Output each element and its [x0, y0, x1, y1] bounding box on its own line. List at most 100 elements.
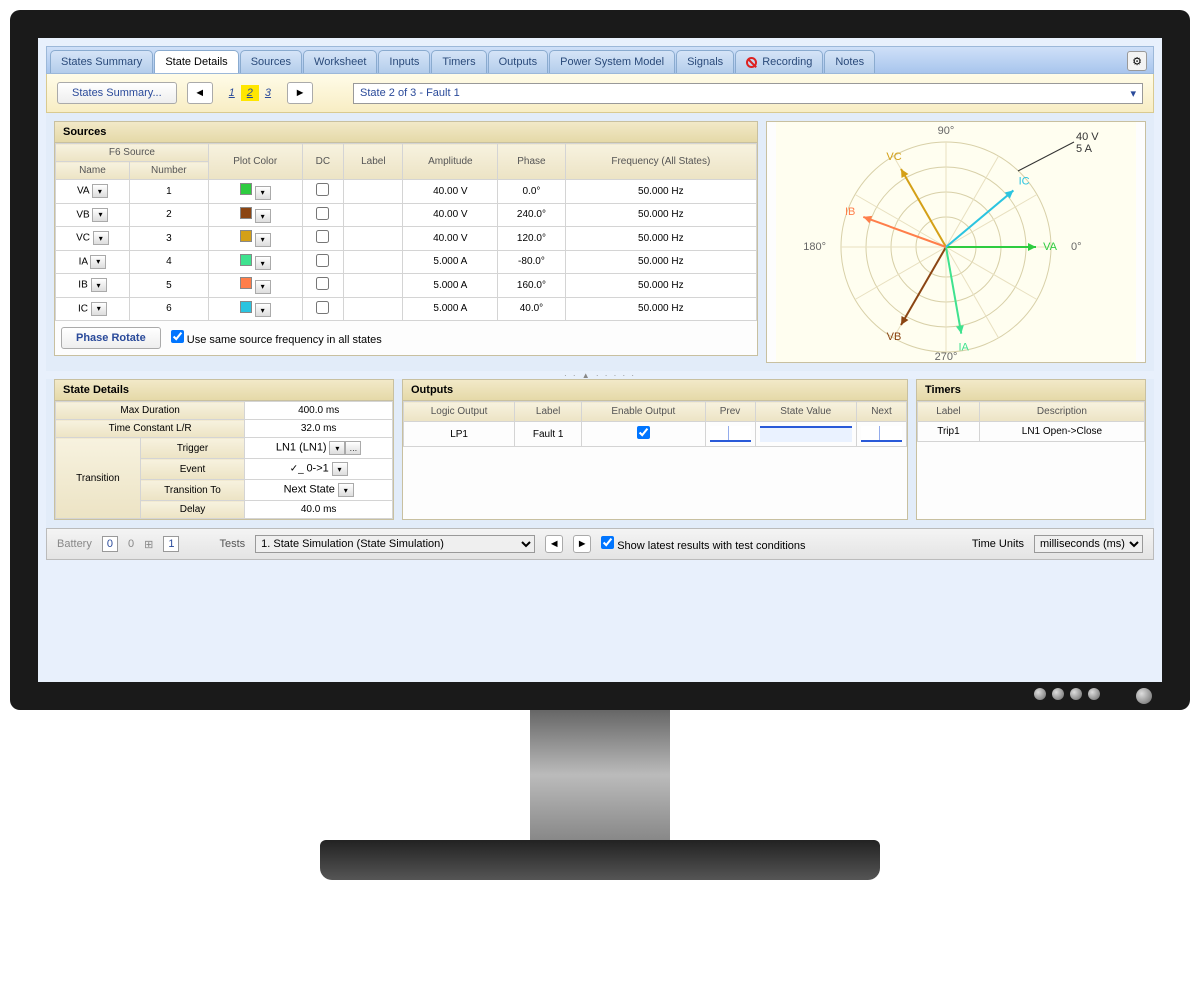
time-units-select[interactable]: milliseconds (ms)	[1034, 535, 1143, 553]
test-next-button[interactable]: ►	[573, 535, 591, 553]
frequency-cell[interactable]: 50.000 Hz	[565, 180, 756, 204]
prev-page-button[interactable]: ◄	[187, 82, 213, 104]
phase-cell[interactable]: 0.0°	[498, 180, 565, 204]
sources-header: Sources	[55, 122, 757, 143]
source-name[interactable]: IC ▾	[56, 297, 130, 321]
chevron-down-icon[interactable]: ▾	[92, 208, 108, 222]
gear-icon: ⚙	[1132, 55, 1142, 68]
svg-text:270°: 270°	[935, 351, 958, 362]
chevron-down-icon[interactable]: ▾	[90, 255, 106, 269]
svg-text:40 V: 40 V	[1076, 131, 1099, 143]
tests-select[interactable]: 1. State Simulation (State Simulation)	[255, 535, 535, 553]
plot-color-select[interactable]: ▾	[208, 203, 302, 227]
prohibit-icon	[746, 57, 757, 68]
tab-inputs[interactable]: Inputs	[378, 50, 430, 73]
state-wave	[760, 426, 852, 442]
dc-checkbox[interactable]	[302, 297, 344, 321]
frequency-cell[interactable]: 50.000 Hz	[565, 203, 756, 227]
amplitude-cell[interactable]: 5.000 A	[403, 297, 498, 321]
dc-checkbox[interactable]	[302, 250, 344, 274]
amplitude-cell[interactable]: 40.00 V	[403, 180, 498, 204]
show-results-checkbox[interactable]: Show latest results with test conditions	[601, 536, 805, 552]
settings-button[interactable]: ⚙	[1127, 51, 1147, 71]
grid-icon[interactable]: ⊞	[144, 538, 153, 551]
page-1[interactable]: 1	[223, 85, 241, 101]
svg-text:VC: VC	[886, 151, 901, 163]
label-cell[interactable]	[344, 180, 403, 204]
label-cell[interactable]	[344, 227, 403, 251]
tab-worksheet[interactable]: Worksheet	[303, 50, 377, 73]
frequency-cell[interactable]: 50.000 Hz	[565, 274, 756, 298]
source-name[interactable]: IA ▾	[56, 250, 130, 274]
battery-field[interactable]: 0	[102, 536, 118, 552]
source-row: IB ▾5 ▾5.000 A160.0°50.000 Hz	[56, 274, 757, 298]
label-cell[interactable]	[344, 250, 403, 274]
dc-checkbox[interactable]	[302, 203, 344, 227]
tab-notes[interactable]: Notes	[824, 50, 875, 73]
delay-value[interactable]: 40.0 ms	[245, 501, 393, 519]
amplitude-cell[interactable]: 40.00 V	[403, 203, 498, 227]
tab-recording[interactable]: Recording	[735, 50, 823, 73]
frequency-cell[interactable]: 50.000 Hz	[565, 227, 756, 251]
tab-outputs[interactable]: Outputs	[488, 50, 549, 73]
source-name[interactable]: VC ▾	[56, 227, 130, 251]
phase-cell[interactable]: 240.0°	[498, 203, 565, 227]
label-cell[interactable]	[344, 203, 403, 227]
label-cell[interactable]	[344, 274, 403, 298]
svg-text:IC: IC	[1019, 175, 1030, 187]
svg-text:IB: IB	[845, 206, 855, 218]
tab-states-summary[interactable]: States Summary	[50, 50, 153, 73]
enable-output-checkbox[interactable]	[582, 422, 705, 447]
event-select[interactable]: ✓_ 0->1 ▾	[245, 459, 393, 480]
amplitude-cell[interactable]: 5.000 A	[403, 250, 498, 274]
page-2[interactable]: 2	[241, 85, 259, 101]
source-name[interactable]: IB ▾	[56, 274, 130, 298]
test-prev-button[interactable]: ◄	[545, 535, 563, 553]
tab-state-details[interactable]: State Details	[154, 50, 238, 73]
dc-checkbox[interactable]	[302, 274, 344, 298]
svg-text:IA: IA	[959, 341, 970, 353]
frequency-cell[interactable]: 50.000 Hz	[565, 297, 756, 321]
source-row: VB ▾2 ▾40.00 V240.0°50.000 Hz	[56, 203, 757, 227]
max-duration-value[interactable]: 400.0 ms	[245, 402, 393, 420]
frequency-cell[interactable]: 50.000 Hz	[565, 250, 756, 274]
plot-color-select[interactable]: ▾	[208, 227, 302, 251]
tab-timers[interactable]: Timers	[431, 50, 486, 73]
amplitude-cell[interactable]: 40.00 V	[403, 227, 498, 251]
phase-rotate-button[interactable]: Phase Rotate	[61, 327, 161, 349]
next-page-button[interactable]: ►	[287, 82, 313, 104]
phase-cell[interactable]: 40.0°	[498, 297, 565, 321]
plot-color-select[interactable]: ▾	[208, 180, 302, 204]
battery-field-2[interactable]: 1	[163, 536, 179, 552]
same-freq-checkbox[interactable]: Use same source frequency in all states	[171, 330, 382, 346]
state-selector[interactable]: State 2 of 3 - Fault 1 ▾	[353, 83, 1143, 104]
label-cell[interactable]	[344, 297, 403, 321]
chevron-down-icon[interactable]: ▾	[91, 278, 107, 292]
amplitude-cell[interactable]: 5.000 A	[403, 274, 498, 298]
state-details-panel: State Details Max Duration400.0 ms Time …	[54, 379, 394, 520]
phase-cell[interactable]: -80.0°	[498, 250, 565, 274]
plot-color-select[interactable]: ▾	[208, 274, 302, 298]
phase-cell[interactable]: 120.0°	[498, 227, 565, 251]
dc-checkbox[interactable]	[302, 227, 344, 251]
trigger-select[interactable]: LN1 (LN1) ▾…	[245, 438, 393, 459]
chevron-down-icon[interactable]: ▾	[92, 184, 108, 198]
time-constant-value[interactable]: 32.0 ms	[245, 420, 393, 438]
source-name[interactable]: VB ▾	[56, 203, 130, 227]
sources-table: F6 SourcePlot ColorDCLabelAmplitudePhase…	[55, 143, 757, 321]
plot-color-select[interactable]: ▾	[208, 250, 302, 274]
phase-cell[interactable]: 160.0°	[498, 274, 565, 298]
chevron-down-icon[interactable]: ▾	[91, 302, 107, 316]
tab-power-system-model[interactable]: Power System Model	[549, 50, 675, 73]
breadcrumb-button[interactable]: States Summary...	[57, 82, 177, 104]
transition-to-select[interactable]: Next State ▾	[245, 480, 393, 501]
page-3[interactable]: 3	[259, 85, 277, 101]
splitter[interactable]: · · ▲ · · · · ·	[46, 371, 1154, 379]
chevron-down-icon[interactable]: ▾	[93, 231, 109, 245]
source-name[interactable]: VA ▾	[56, 180, 130, 204]
tab-sources[interactable]: Sources	[240, 50, 302, 73]
tab-signals[interactable]: Signals	[676, 50, 734, 73]
plot-color-select[interactable]: ▾	[208, 297, 302, 321]
dc-checkbox[interactable]	[302, 180, 344, 204]
source-row: VA ▾1 ▾40.00 V0.0°50.000 Hz	[56, 180, 757, 204]
